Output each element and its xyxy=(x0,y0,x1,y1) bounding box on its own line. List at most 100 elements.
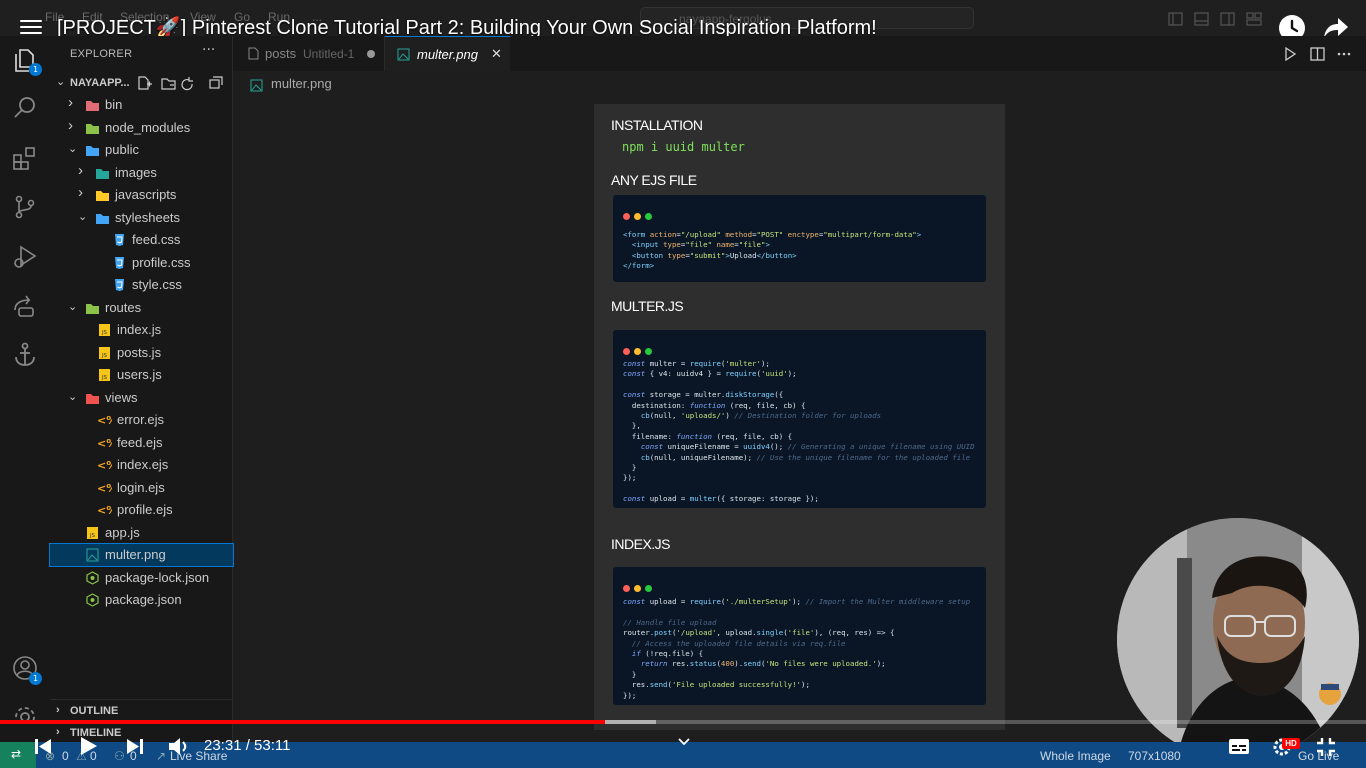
chevron-down-icon: ⌄ xyxy=(56,75,66,88)
play-icon[interactable] xyxy=(80,736,98,756)
file-tree-item[interactable]: › javascripts xyxy=(50,184,233,206)
file-tree-label: stylesheets xyxy=(115,209,181,225)
file-tree-label: multer.png xyxy=(105,547,166,562)
file-tree-item[interactable]: ⌄ public xyxy=(50,139,233,161)
file-tree-item[interactable]: ⌄ routes xyxy=(50,297,233,319)
file-tree-item[interactable]: ⌄ stylesheets xyxy=(50,207,233,229)
folder-icon xyxy=(86,393,99,404)
chevron-right-icon: › xyxy=(78,161,83,179)
file-tree-item[interactable]: <% index.ejs xyxy=(50,454,233,476)
file-tree-label: index.ejs xyxy=(117,457,169,472)
source-control-activity[interactable] xyxy=(11,193,39,221)
file-tree-item[interactable]: JS users.js xyxy=(50,364,233,386)
remote-explorer-activity[interactable] xyxy=(11,292,39,320)
unsaved-dot-icon xyxy=(367,50,375,58)
file-tree-label: app.js xyxy=(105,524,140,540)
ejs-file-icon: <% xyxy=(97,504,112,517)
file-tree-label: feed.ejs xyxy=(117,434,163,450)
index-heading: INDEX.JS xyxy=(611,536,671,552)
tab-multer-label: multer.png xyxy=(417,47,478,62)
search-activity[interactable] xyxy=(11,94,39,122)
whole-image-label[interactable]: Whole Image xyxy=(1040,749,1111,763)
ejs-file-icon: <% xyxy=(97,414,112,427)
anchor-activity[interactable] xyxy=(11,341,39,369)
accounts-activity[interactable]: 1 xyxy=(11,654,42,685)
file-tree-item[interactable]: profile.css xyxy=(50,252,233,274)
previous-icon[interactable] xyxy=(34,738,52,755)
chevron-right-icon: › xyxy=(78,184,83,201)
chevron-right-icon: › xyxy=(56,704,60,716)
fullscreen-exit-icon[interactable] xyxy=(1316,737,1336,757)
chevron-down-icon[interactable] xyxy=(678,738,690,746)
remote-indicator[interactable]: ⇄ xyxy=(0,742,36,768)
install-command: npm i uuid multer xyxy=(622,140,745,154)
svg-text:JS: JS xyxy=(89,533,96,539)
progress-buffered xyxy=(605,720,656,724)
multer-heading: MULTER.JS xyxy=(611,298,684,314)
run-debug-activity[interactable] xyxy=(11,242,39,270)
svg-text:JS: JS xyxy=(101,330,108,336)
tab-posts-sub: Untitled-1 xyxy=(303,47,355,61)
css-file-icon xyxy=(115,234,124,246)
folder-icon xyxy=(86,101,99,111)
chevron-down-icon: ⌄ xyxy=(68,390,78,403)
file-tree-label: package.json xyxy=(105,592,182,607)
file-tree-label: posts.js xyxy=(117,344,162,360)
time-display: 23:31 / 53:11 xyxy=(204,737,291,754)
extensions-activity[interactable] xyxy=(11,144,39,172)
project-folder-row[interactable]: ⌄ NAYAAPP... xyxy=(50,72,233,94)
run-debug-icon xyxy=(14,245,37,268)
css-file-icon xyxy=(115,279,124,291)
volume-icon[interactable] xyxy=(168,737,190,756)
explorer-more-button[interactable]: ··· xyxy=(202,42,215,58)
file-tree-item[interactable]: JS index.js xyxy=(50,319,233,341)
chevron-right-icon: › xyxy=(68,116,73,134)
gear-icon xyxy=(15,707,35,721)
folder-icon xyxy=(86,123,99,134)
outline-section[interactable]: › OUTLINE xyxy=(50,699,233,721)
explorer-title: EXPLORER xyxy=(70,48,133,60)
editor-actions-icons[interactable] xyxy=(1283,47,1353,61)
file-tree-item[interactable]: multer.png xyxy=(49,543,234,567)
explorer-sidebar: EXPLORER ··· ⌄ NAYAAPP... › bin › node_modu… xyxy=(49,36,234,742)
js-file-icon: JS xyxy=(87,526,98,539)
file-tree-item[interactable]: JS posts.js xyxy=(50,342,233,364)
file-tree-item[interactable]: <% error.ejs xyxy=(50,409,233,431)
file-tree-item[interactable]: feed.css xyxy=(50,229,233,251)
close-icon[interactable]: ✕ xyxy=(491,46,502,62)
file-tree-item[interactable]: ⌄ views xyxy=(50,387,233,409)
file-tree-item[interactable]: › bin xyxy=(50,94,233,116)
remote-icon xyxy=(14,295,34,317)
file-tree-item[interactable]: › images xyxy=(50,162,233,184)
layout-controls[interactable] xyxy=(1168,11,1278,26)
folder-icon xyxy=(86,303,99,314)
subtitles-icon[interactable] xyxy=(1228,738,1250,755)
file-tree-item[interactable]: <% login.ejs xyxy=(50,477,233,499)
multer-code: const multer = require('multer'); const … xyxy=(623,359,975,504)
breadcrumb[interactable]: multer.png xyxy=(271,76,332,91)
svg-text:JS: JS xyxy=(101,375,108,381)
outline-label: OUTLINE xyxy=(70,705,119,717)
image-dimensions: 707x1080 xyxy=(1128,749,1181,763)
file-tree-item[interactable]: style.css xyxy=(50,274,233,296)
file-tree-label: index.js xyxy=(117,322,162,337)
manage-activity[interactable] xyxy=(11,703,39,721)
tab-multer-png[interactable]: multer.png ✕ xyxy=(385,36,510,71)
file-tree-item[interactable]: package-lock.json xyxy=(50,567,233,589)
file-tree-label: profile.css xyxy=(132,254,191,270)
file-tree-item[interactable]: <% profile.ejs xyxy=(50,499,233,521)
explorer-activity[interactable]: 1 xyxy=(11,46,42,76)
file-tree-item[interactable]: › node_modules xyxy=(50,117,233,139)
tab-posts[interactable]: posts Untitled-1 xyxy=(233,36,385,71)
explorer-actions-icons[interactable] xyxy=(137,75,227,91)
file-tree-item[interactable]: JS app.js xyxy=(50,522,233,544)
window-dots xyxy=(623,577,656,596)
next-icon[interactable] xyxy=(126,738,144,755)
file-tree-item[interactable]: package.json xyxy=(50,589,233,611)
chevron-right-icon: › xyxy=(68,94,73,111)
chevron-down-icon: ⌄ xyxy=(78,210,88,223)
installation-heading: INSTALLATION xyxy=(611,117,703,133)
file-tree-item[interactable]: <% feed.ejs xyxy=(50,432,233,454)
folder-icon xyxy=(96,191,109,201)
error-count[interactable]: 0 xyxy=(62,749,69,763)
